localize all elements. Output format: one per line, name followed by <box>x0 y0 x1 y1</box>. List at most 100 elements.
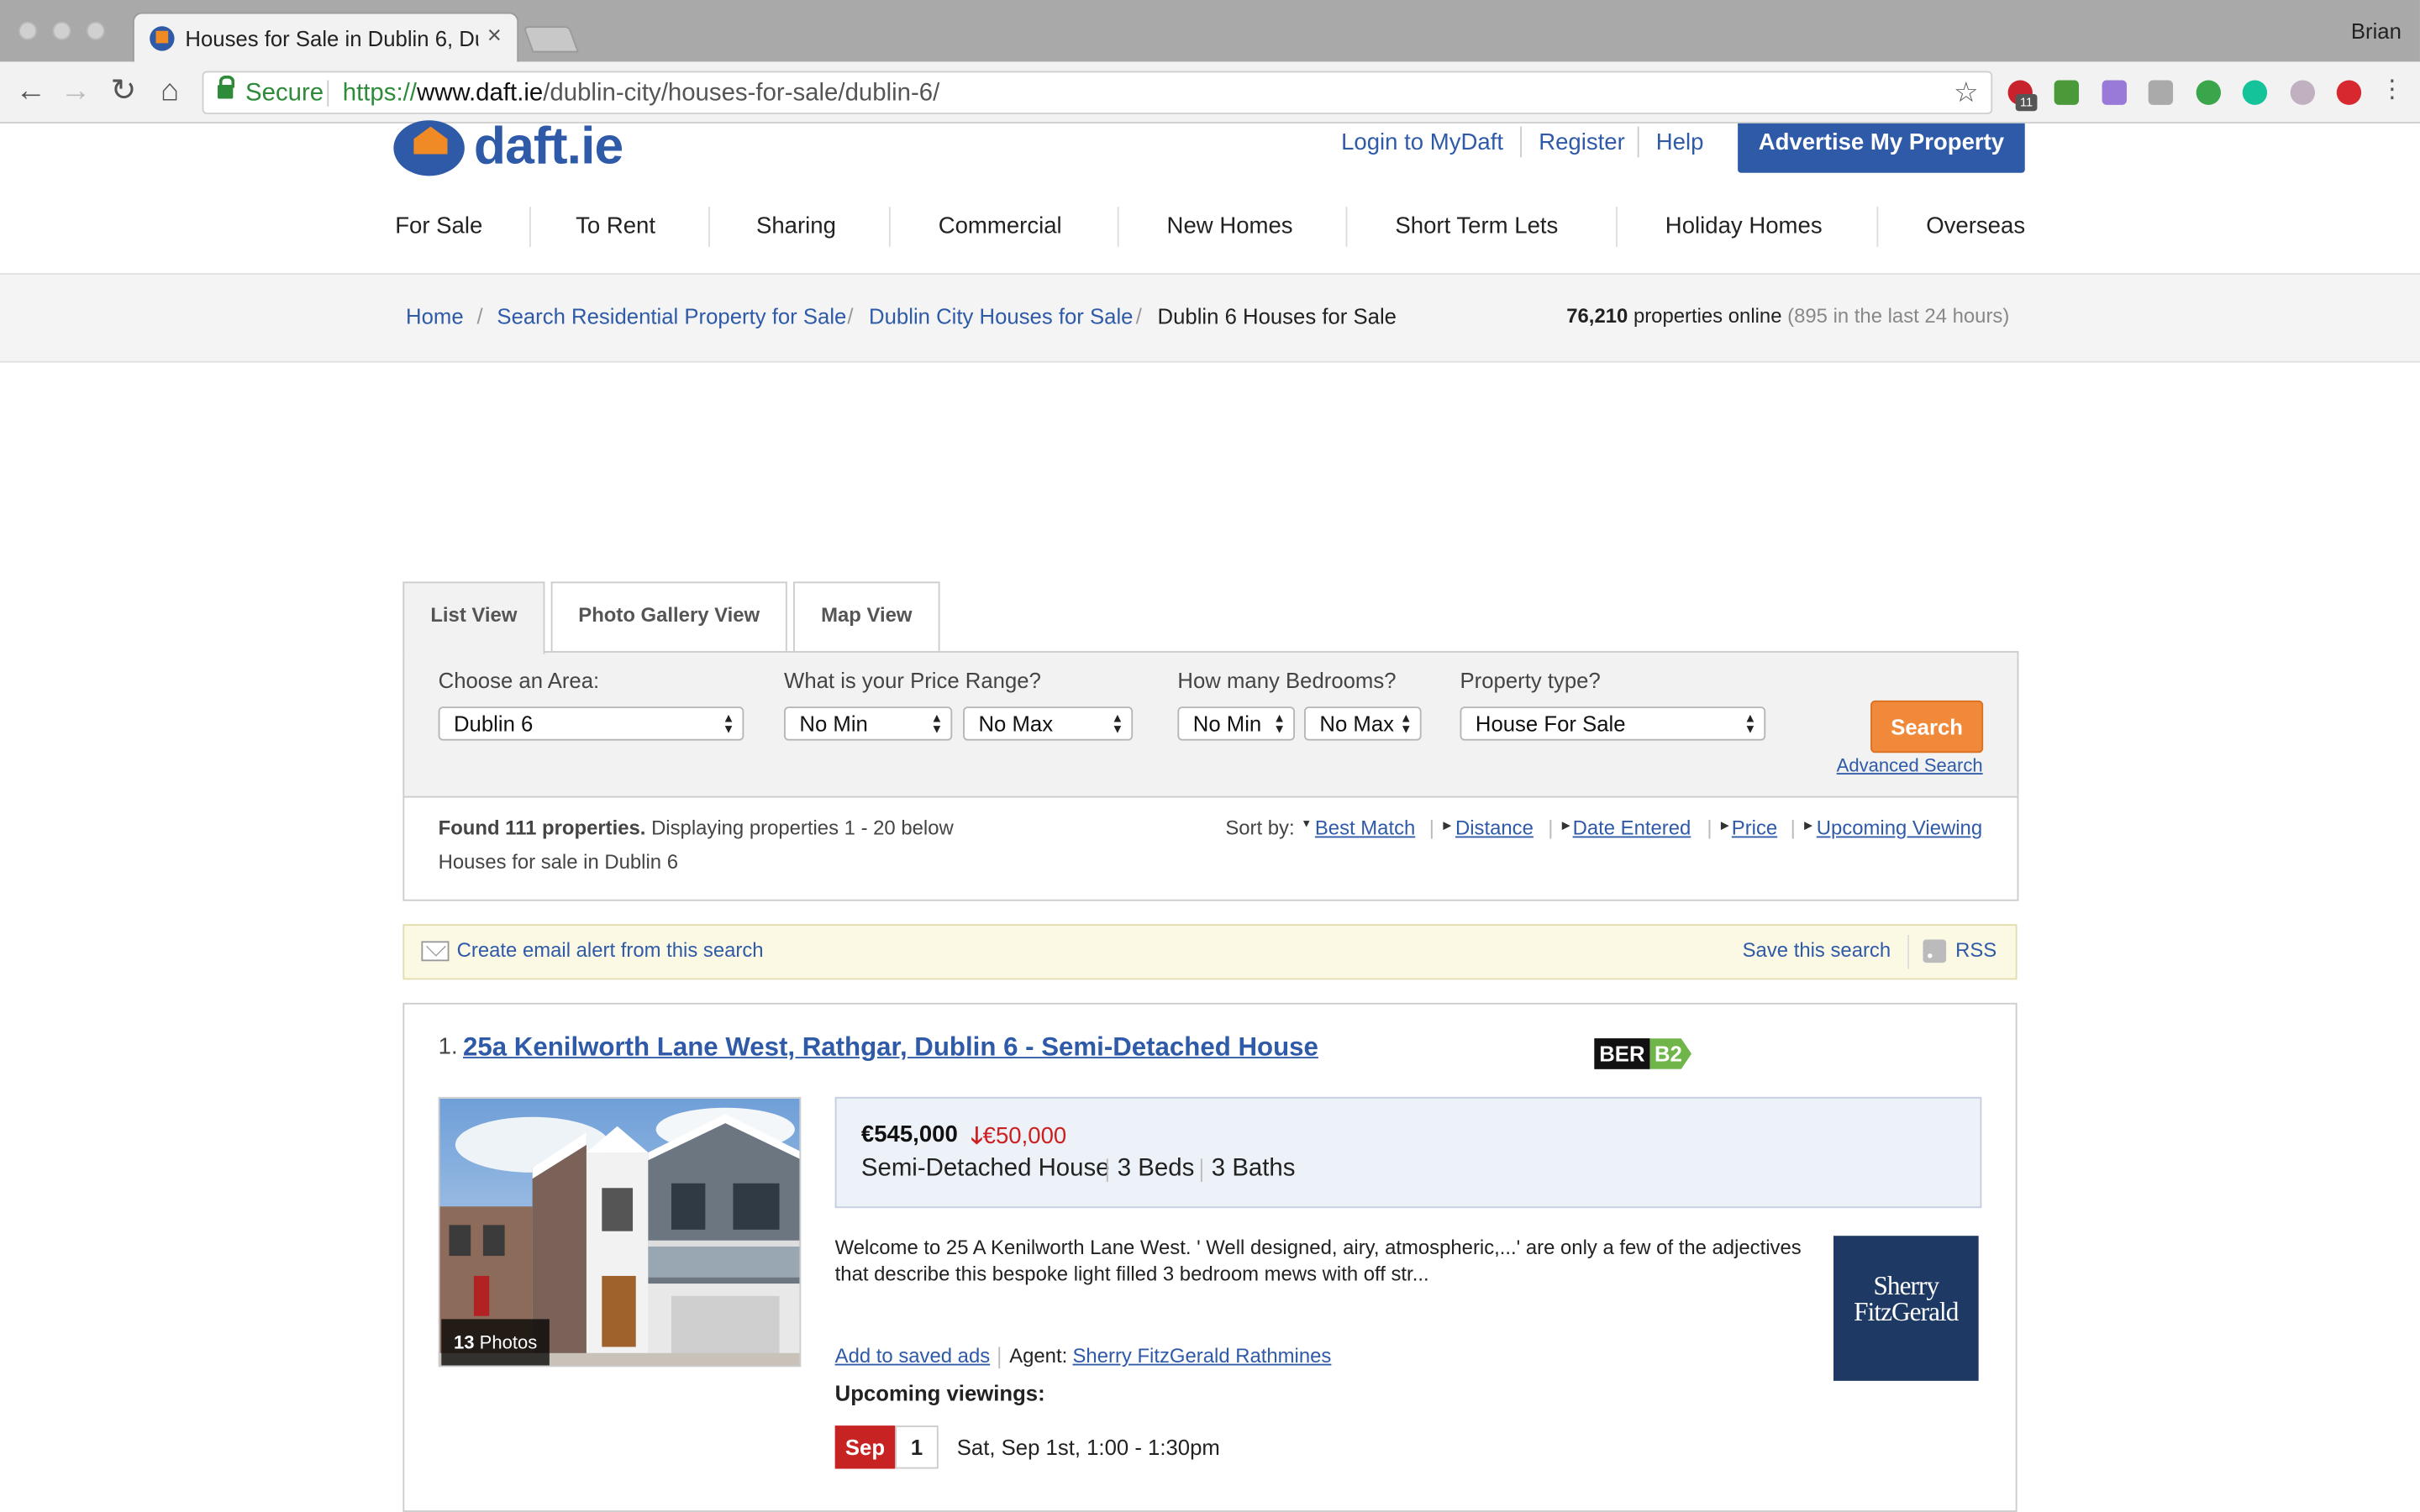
email-alert-link[interactable]: Create email alert from this search <box>457 938 764 962</box>
sort-divider: | <box>1790 816 1796 840</box>
tab-map-view[interactable]: Map View <box>793 581 940 653</box>
login-link[interactable]: Login to MyDaft <box>1341 129 1503 155</box>
url-text[interactable]: https://www.daft.ie/dublin-city/houses-f… <box>343 81 940 108</box>
lock-icon <box>217 75 235 99</box>
url-scheme: https:// <box>342 80 417 107</box>
agent-name-link[interactable]: Sherry FitzGerald Rathmines <box>1073 1344 1332 1368</box>
nav-short-term-lets[interactable]: Short Term Lets <box>1395 213 1558 239</box>
menu-dots-icon[interactable]: ⋮ <box>2374 74 2411 108</box>
photo-count-badge[interactable]: 13 Photos <box>441 1319 550 1366</box>
evernote-icon[interactable] <box>2196 80 2222 105</box>
sort-upcoming-viewing[interactable]: Upcoming Viewing <box>1817 816 1982 840</box>
viewing-day: 1 <box>895 1425 939 1469</box>
extension-badge: 11 <box>2015 94 2038 112</box>
sort-date-entered[interactable]: Date Entered <box>1573 816 1691 840</box>
search-button[interactable]: Search <box>1870 700 1984 753</box>
sort-divider: | <box>1428 816 1435 840</box>
nav-sharing[interactable]: Sharing <box>756 213 836 239</box>
help-link[interactable]: Help <box>1656 129 1704 155</box>
select-arrows-icon: ▲ ▼ <box>930 711 944 737</box>
beds-max-select[interactable]: No Max ▲ ▼ <box>1304 706 1422 741</box>
advanced-search-link[interactable]: Advanced Search <box>1837 754 1983 776</box>
pen-icon[interactable] <box>2148 80 2174 105</box>
glasses-icon[interactable] <box>2290 80 2316 105</box>
add-to-saved-ads-link[interactable]: Add to saved ads <box>835 1344 991 1368</box>
beds-min-select[interactable]: No Min ▲ ▼ <box>1177 706 1295 741</box>
minimize-window-icon[interactable] <box>52 21 71 40</box>
profile-name[interactable]: Brian <box>2351 18 2402 43</box>
sort-distance[interactable]: Distance <box>1455 816 1534 840</box>
breadcrumb: Home / Search Residential Property for S… <box>0 273 2420 363</box>
tab-close-icon[interactable]: × <box>487 24 502 51</box>
agent-logo[interactable]: Sherry FitzGerald <box>1833 1236 1979 1381</box>
breadcrumb-dublin-city[interactable]: Dublin City Houses for Sale <box>869 304 1133 328</box>
baths-info: 3 Baths <box>1211 1155 1296 1182</box>
bedrooms-label: How many Bedrooms? <box>1177 668 1397 693</box>
house-logo-icon <box>393 120 465 176</box>
tab-photo-gallery-view[interactable]: Photo Gallery View <box>550 581 787 653</box>
tab-list-view[interactable]: List View <box>402 581 545 654</box>
address-bar[interactable]: Secure https://www.daft.ie/dublin-city/h… <box>202 71 1993 114</box>
nav-divider <box>1117 207 1119 247</box>
select-arrows-icon: ▲ ▼ <box>1400 711 1413 737</box>
sort-divider: | <box>1548 816 1554 840</box>
listing-title-link[interactable]: 25a Kenilworth Lane West, Rathgar, Dubli… <box>463 1032 1318 1063</box>
breadcrumb-separator: / <box>476 303 483 329</box>
maximize-window-icon[interactable] <box>86 21 105 40</box>
back-arrow-icon[interactable]: ← <box>13 74 50 108</box>
rss-icon[interactable] <box>1923 939 1947 963</box>
reload-icon[interactable]: ↻ <box>105 74 142 108</box>
nav-divider <box>1616 207 1618 247</box>
new-tab-button[interactable] <box>523 26 579 53</box>
ber-rating-badge: BER B2 <box>1594 1038 1692 1069</box>
home-icon[interactable]: ⌂ <box>151 74 188 108</box>
properties-count-suffix: properties online <box>1633 303 1782 328</box>
breadcrumb-residential[interactable]: Search Residential Property for Sale <box>497 304 846 328</box>
area-select[interactable]: Dublin 6 ▲ ▼ <box>438 706 744 741</box>
property-type-value: House For Sale <box>1475 711 1626 737</box>
results-found-range: Displaying properties 1 - 20 below <box>645 816 954 840</box>
grammarly-icon[interactable] <box>2242 80 2268 105</box>
nav-for-sale[interactable]: For Sale <box>395 213 482 239</box>
advertise-property-button[interactable]: Advertise My Property <box>1738 123 2025 173</box>
nav-to-rent[interactable]: To Rent <box>576 213 655 239</box>
viewing-time: Sat, Sep 1st, 1:00 - 1:30pm <box>956 1435 1220 1460</box>
select-arrows-icon: ▲ ▼ <box>1273 711 1286 737</box>
property-type-select[interactable]: House For Sale ▲ ▼ <box>1460 706 1766 741</box>
url-host: www.daft.ie <box>416 80 544 107</box>
rss-link[interactable]: RSS <box>1955 938 1996 962</box>
price-min-select[interactable]: No Min ▲ ▼ <box>784 706 953 741</box>
nav-commercial[interactable]: Commercial <box>939 213 1062 239</box>
properties-count: 76,210 <box>1566 303 1628 328</box>
address-divider <box>327 80 329 107</box>
price-max-value: No Max <box>978 711 1054 737</box>
properties-recent: (895 in the last 24 hours) <box>1787 303 2010 328</box>
register-link[interactable]: Register <box>1539 129 1625 155</box>
info-divider <box>1200 1158 1202 1182</box>
select-arrows-icon: ▲ ▼ <box>1111 711 1124 737</box>
breadcrumb-home[interactable]: Home <box>406 304 464 328</box>
secure-label: Secure <box>245 80 324 107</box>
sort-best-match[interactable]: Best Match <box>1315 816 1415 840</box>
html-icon[interactable] <box>2054 80 2080 105</box>
price-max-select[interactable]: No Max ▲ ▼ <box>963 706 1134 741</box>
sort-price[interactable]: Price <box>1732 816 1777 840</box>
save-search-link[interactable]: Save this search <box>1743 938 1891 962</box>
extension-icon[interactable] <box>2102 80 2127 105</box>
bookmark-star-icon[interactable]: ☆ <box>1954 77 1979 110</box>
nav-overseas[interactable]: Overseas <box>1926 213 2025 239</box>
forward-arrow-icon[interactable]: → <box>57 74 94 108</box>
sort-down-arrow-icon: ▼ <box>1301 819 1313 831</box>
select-arrows-icon: ▲ ▼ <box>722 711 735 737</box>
nav-new-homes[interactable]: New Homes <box>1167 213 1293 239</box>
results-found: Found 111 properties. Displaying propert… <box>439 816 954 840</box>
properties-online-count: 76,210 properties online (895 in the las… <box>1566 304 2009 328</box>
nav-holiday-homes[interactable]: Holiday Homes <box>1665 213 1823 239</box>
close-window-icon[interactable] <box>18 21 38 40</box>
browser-toolbar: ← → ↻ ⌂ Secure https://www.daft.ie/dubli… <box>0 61 2420 123</box>
breadcrumb-separator: / <box>847 303 854 329</box>
shield-icon[interactable] <box>2336 80 2362 105</box>
breadcrumb-current: Dublin 6 Houses for Sale <box>1157 303 1397 329</box>
browser-tab[interactable]: Houses for Sale in Dublin 6, Du × <box>132 12 519 64</box>
sort-right-arrow-icon: ▶ <box>1443 821 1452 832</box>
